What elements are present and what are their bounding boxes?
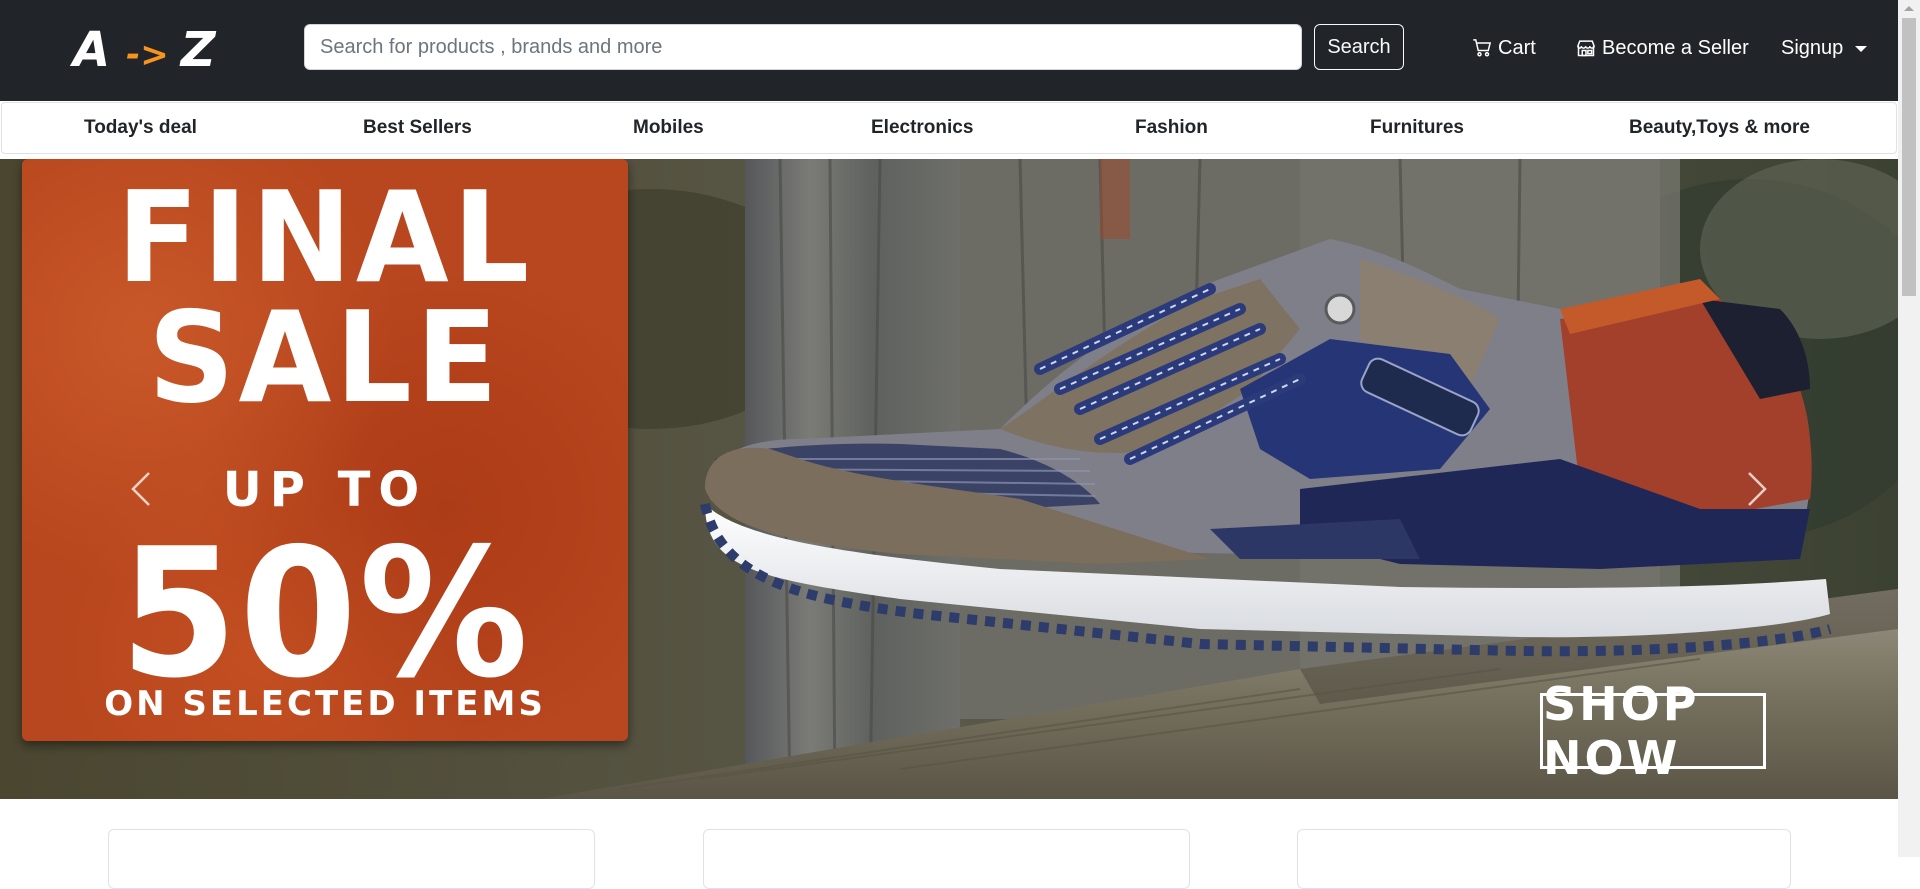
cart-link[interactable]: Cart [1472,30,1536,66]
category-todays-deal[interactable]: Today's deal [84,103,197,153]
promo-line-sale: SALE [148,285,502,432]
logo-arrow: -> [126,35,169,75]
cart-label: Cart [1498,36,1536,59]
promo-line-final: FINAL [116,165,534,312]
category-fashion[interactable]: Fashion [1135,103,1208,153]
promo-line-selected-items: ON SELECTED ITEMS [104,684,546,724]
promo-panel: FINAL SALE UP TO 50% ON SELECTED ITEMS [22,159,628,741]
promo-line-percent: 50% [119,510,531,717]
shop-now-button[interactable]: SHOP NOW [1540,677,1766,785]
scrollbar-thumb[interactable] [1902,18,1916,296]
carousel-next-button[interactable] [1727,454,1787,524]
carousel-prev-button[interactable] [111,454,171,524]
category-best-sellers[interactable]: Best Sellers [363,103,472,153]
chevron-left-icon [131,472,150,506]
chevron-right-icon [1748,472,1767,506]
caret-down-icon [1855,46,1868,52]
category-mobiles[interactable]: Mobiles [633,103,704,153]
logo-letter-z: Z [180,22,218,78]
signup-label: Signup [1781,36,1844,59]
logo[interactable]: A -> Z [73,22,218,78]
category-beauty-toys[interactable]: Beauty,Toys & more [1629,103,1810,153]
signup-dropdown[interactable]: Signup [1781,30,1868,66]
become-seller-label: Become a Seller [1602,36,1749,59]
product-card[interactable] [703,829,1190,889]
shop-icon [1577,40,1595,57]
top-navbar: A -> Z Search Cart Become a Seller Signup [0,0,1898,101]
become-seller-link[interactable]: Become a Seller [1576,30,1749,66]
category-bar: Today's deal Best Sellers Mobiles Electr… [1,102,1897,154]
scroll-up-arrow-icon[interactable] [1904,6,1914,11]
product-card[interactable] [108,829,595,889]
hero-carousel: FINAL SALE UP TO 50% ON SELECTED ITEMS S… [0,159,1898,799]
page-scrollbar[interactable] [1898,0,1920,857]
search-button[interactable]: Search [1314,24,1404,70]
product-card[interactable] [1297,829,1791,889]
logo-letter-a: A [73,22,113,78]
category-electronics[interactable]: Electronics [871,103,973,153]
category-furnitures[interactable]: Furnitures [1370,103,1464,153]
cart-icon [1473,39,1492,57]
search-input[interactable] [304,24,1302,70]
